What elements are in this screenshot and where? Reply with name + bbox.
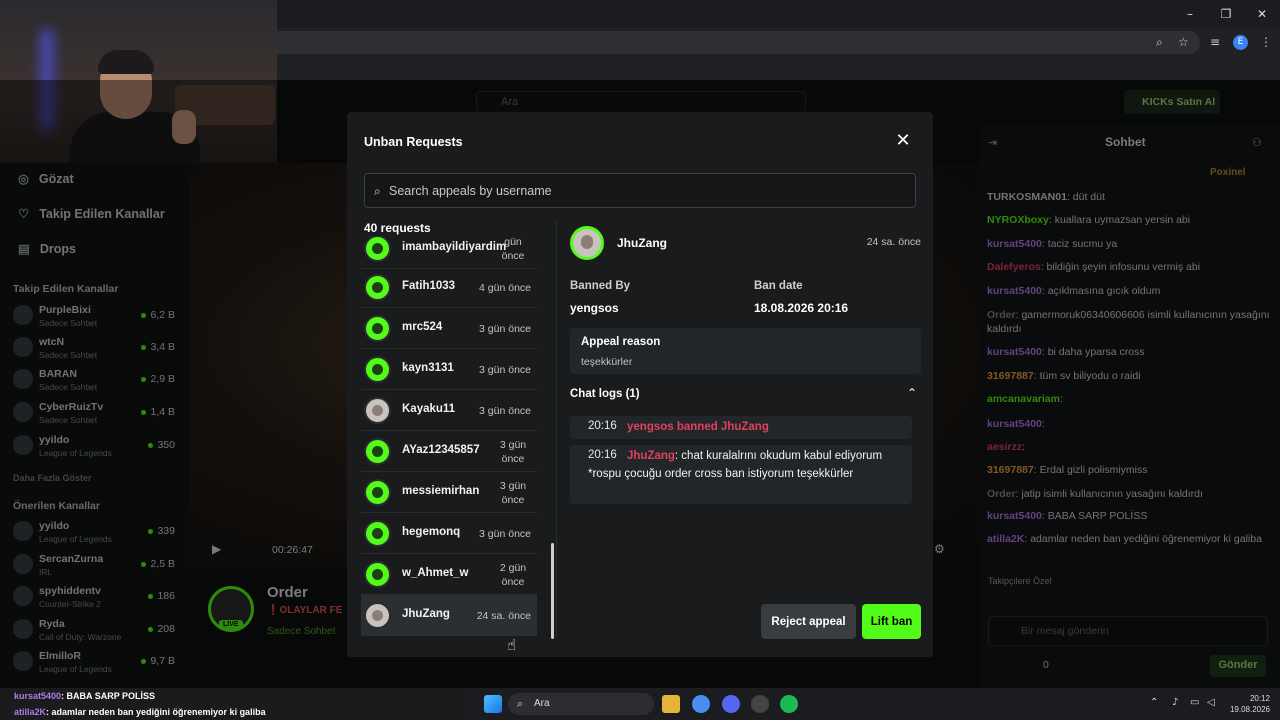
obs-icon[interactable]: [751, 695, 769, 713]
request-username: AYaz12345857: [402, 444, 480, 456]
request-item[interactable]: JhuZang 24 sa. önce: [361, 595, 537, 636]
avatar: [364, 315, 391, 342]
chat-logs-header[interactable]: Chat logs (1): [570, 388, 640, 400]
appeal-username: JhuZang: [617, 236, 667, 250]
request-username: w_Ahmet_w: [402, 567, 469, 579]
log-username[interactable]: JhuZang: [627, 450, 675, 462]
request-username: kayn3131: [402, 362, 454, 374]
request-time: 3 gün önce: [499, 439, 527, 465]
close-window-button[interactable]: ✕: [1244, 0, 1280, 28]
reject-appeal-button[interactable]: Reject appeal: [761, 604, 856, 639]
chrome-icon[interactable]: [692, 695, 710, 713]
avatar: [364, 397, 391, 424]
file-explorer-icon[interactable]: [662, 695, 680, 713]
avatar: [364, 520, 391, 547]
overlay-chat-line: kursat5400: BABA SARP POLİSS: [14, 691, 156, 701]
log-time: 20:16: [588, 420, 617, 432]
close-icon[interactable]: ✕: [893, 131, 913, 151]
zoom-icon[interactable]: ⌕: [1156, 35, 1163, 50]
banned-by-value: yengsos: [570, 301, 619, 315]
discord-icon[interactable]: [722, 695, 740, 713]
banned-by-label: Banned By: [570, 280, 631, 292]
request-time: gün önce: [501, 236, 525, 262]
chevron-up-icon[interactable]: ⌃: [907, 386, 917, 400]
request-item[interactable]: imambayildiyardim gün önce: [361, 236, 537, 269]
request-item[interactable]: Fatih1033 4 gün önce: [361, 267, 537, 308]
avatar: [364, 479, 391, 506]
search-input[interactable]: [389, 174, 909, 207]
request-username: mrc524: [402, 321, 443, 333]
request-time: 24 sa. önce: [476, 610, 531, 622]
avatar: [364, 438, 391, 465]
tray-chevron-icon[interactable]: ⌃: [1150, 697, 1158, 708]
profile-avatar[interactable]: E: [1233, 35, 1248, 50]
request-username: hegemonq: [402, 526, 461, 538]
request-item[interactable]: mrc524 3 gün önce: [361, 308, 537, 349]
ban-date-label: Ban date: [754, 280, 803, 292]
modal-title: Unban Requests: [364, 135, 463, 149]
request-time: 3 gün önce: [479, 364, 531, 376]
appeal-reason-text: teşekkürler: [581, 356, 633, 368]
request-time: 3 gün önce: [479, 323, 531, 335]
stream-chat-overlay: kursat5400: BABA SARP POLİSS atilla2K: a…: [0, 688, 470, 720]
log-ban-event: yengsos banned JhuZang: [627, 421, 769, 433]
request-item[interactable]: kayn3131 3 gün önce: [361, 349, 537, 390]
maximize-button[interactable]: ❐: [1208, 0, 1244, 28]
pointer-cursor-icon: ☝: [507, 636, 517, 654]
taskbar-search[interactable]: ⌕ Ara: [508, 693, 654, 715]
appeal-reason-label: Appeal reason: [581, 336, 661, 348]
request-username: JhuZang: [402, 608, 450, 620]
bookmark-star-icon[interactable]: ☆: [1178, 35, 1189, 49]
request-time: 4 gün önce: [479, 282, 531, 294]
lift-ban-button[interactable]: Lift ban: [862, 604, 921, 639]
request-item[interactable]: w_Ahmet_w 2 gün önce: [361, 554, 537, 595]
system-clock[interactable]: 20:12 19.08.2026: [1222, 693, 1270, 715]
media-control-icon[interactable]: ≡: [1210, 35, 1220, 49]
request-item[interactable]: hegemonq 3 gün önce: [361, 513, 537, 554]
request-item[interactable]: Kayaku11 3 gün önce: [361, 390, 537, 431]
request-time: 3 gün önce: [479, 405, 531, 417]
microphone-icon[interactable]: ♪: [1172, 697, 1178, 708]
minimize-button[interactable]: –: [1172, 0, 1208, 28]
appeal-search-box: ⌕: [364, 173, 916, 208]
request-username: messiemirhan: [402, 485, 480, 497]
avatar: [364, 602, 391, 629]
ban-date-value: 18.08.2026 20:16: [754, 301, 849, 315]
avatar: [364, 236, 391, 262]
log-message: JhuZang: chat kuralalrını okudum kabul e…: [588, 450, 883, 480]
appeal-user-avatar: [570, 226, 604, 260]
request-time: 3 gün önce: [479, 528, 531, 540]
network-icon[interactable]: ▭: [1190, 697, 1199, 708]
panel-divider: [556, 220, 557, 638]
request-time: 2 gün önce: [499, 562, 527, 588]
request-count: 40 requests: [364, 221, 431, 235]
request-list[interactable]: imambayildiyardim gün önce Fatih1033 4 gün …: [361, 236, 553, 638]
volume-icon[interactable]: ◁: [1207, 697, 1215, 708]
avatar: [364, 274, 391, 301]
window-controls: – ❐ ✕: [1172, 0, 1280, 28]
address-bar[interactable]: [160, 31, 1200, 54]
appeal-time: 24 sa. önce: [866, 236, 921, 248]
request-username: Kayaku11: [402, 403, 456, 415]
list-scrollbar[interactable]: [551, 543, 554, 639]
request-username: Fatih1033: [402, 280, 456, 292]
spotify-icon[interactable]: [780, 695, 798, 713]
search-icon: ⌕: [374, 184, 381, 198]
overlay-chat-line: atilla2K: adamlar neden ban yediğini öğr…: [14, 707, 266, 717]
more-menu-icon[interactable]: ⋮: [1260, 35, 1272, 49]
avatar: [364, 561, 391, 588]
search-icon: ⌕: [517, 697, 524, 710]
request-username: imambayildiyardim: [402, 241, 507, 253]
start-icon[interactable]: [484, 695, 502, 713]
avatar: [364, 356, 391, 383]
request-item[interactable]: messiemirhan 3 gün önce: [361, 472, 537, 513]
request-time: 3 gün önce: [499, 480, 527, 506]
request-item[interactable]: AYaz12345857 3 gün önce: [361, 431, 537, 472]
